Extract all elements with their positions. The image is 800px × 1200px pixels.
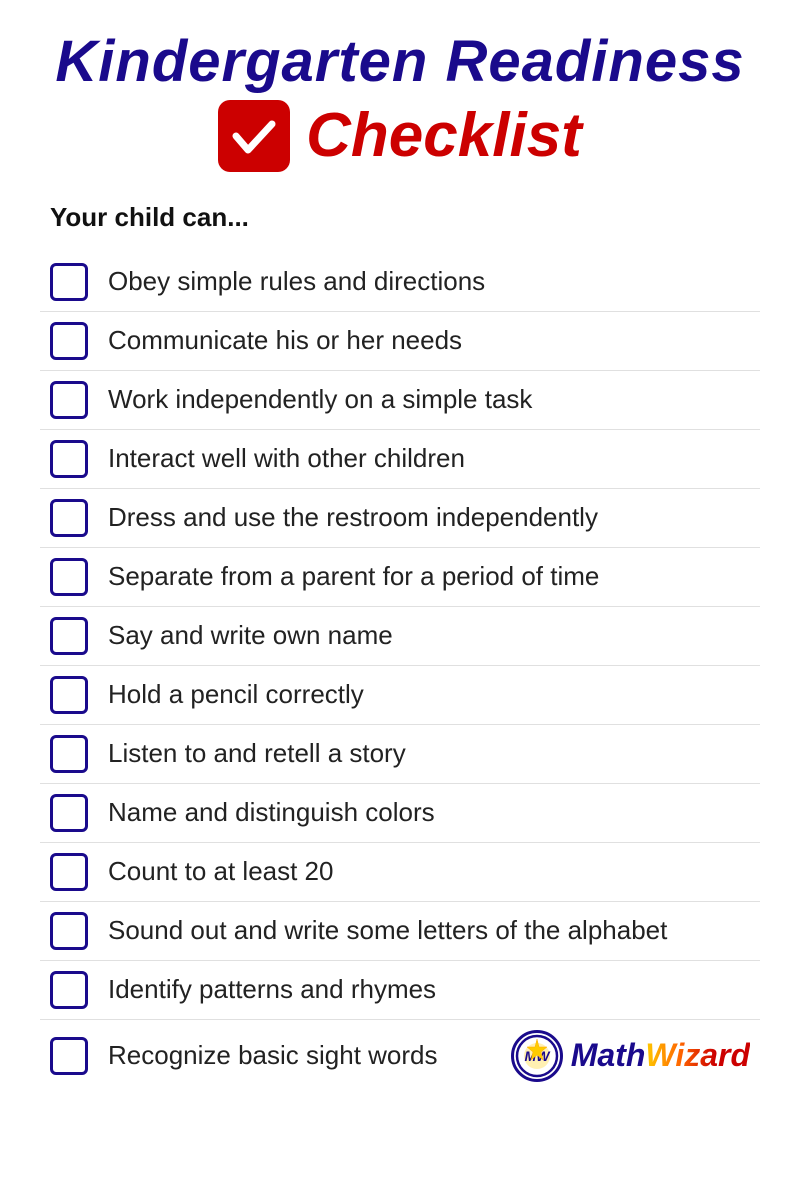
list-item: Say and write own name (40, 607, 760, 666)
list-item: Obey simple rules and directions (40, 253, 760, 312)
checkbox-5[interactable] (50, 499, 88, 537)
item-text-6: Separate from a parent for a period of t… (108, 561, 750, 592)
checkbox-11[interactable] (50, 853, 88, 891)
checklist-icon (218, 100, 290, 172)
checkbox-12[interactable] (50, 912, 88, 950)
item-text-4: Interact well with other children (108, 443, 750, 474)
checkbox-6[interactable] (50, 558, 88, 596)
list-item: Identify patterns and rhymes (40, 961, 760, 1020)
item-text-2: Communicate his or her needs (108, 325, 750, 356)
subtitle-text: Your child can... (50, 202, 760, 233)
list-item: Separate from a parent for a period of t… (40, 548, 760, 607)
item-text-13: Identify patterns and rhymes (108, 974, 750, 1005)
checkbox-4[interactable] (50, 440, 88, 478)
checkbox-13[interactable] (50, 971, 88, 1009)
logo-icon: MW (511, 1030, 563, 1082)
list-item: Work independently on a simple task (40, 371, 760, 430)
checkbox-7[interactable] (50, 617, 88, 655)
list-item: Sound out and write some letters of the … (40, 902, 760, 961)
checkmark-svg (228, 110, 280, 162)
list-item: Recognize basic sight words MW (40, 1020, 760, 1092)
item-text-8: Hold a pencil correctly (108, 679, 750, 710)
item-text-5: Dress and use the restroom independently (108, 502, 750, 533)
checkbox-14[interactable] (50, 1037, 88, 1075)
list-item: Count to at least 20 (40, 843, 760, 902)
page-header: Kindergarten Readiness Checklist (40, 30, 760, 172)
list-item: Hold a pencil correctly (40, 666, 760, 725)
item-text-1: Obey simple rules and directions (108, 266, 750, 297)
item-text-9: Listen to and retell a story (108, 738, 750, 769)
checklist: Obey simple rules and directions Communi… (40, 253, 760, 1092)
checklist-word: Checklist (306, 100, 582, 171)
item-text-11: Count to at least 20 (108, 856, 750, 887)
checkbox-9[interactable] (50, 735, 88, 773)
checkbox-1[interactable] (50, 263, 88, 301)
item-text-14: Recognize basic sight words (108, 1040, 511, 1071)
checkbox-3[interactable] (50, 381, 88, 419)
list-item: Name and distinguish colors (40, 784, 760, 843)
item-text-12: Sound out and write some letters of the … (108, 915, 750, 946)
list-item: Interact well with other children (40, 430, 760, 489)
list-item: Communicate his or her needs (40, 312, 760, 371)
logo-text: MathWizard (571, 1037, 750, 1074)
page-title-line2: Checklist (40, 100, 760, 172)
item-text-10: Name and distinguish colors (108, 797, 750, 828)
list-item: Listen to and retell a story (40, 725, 760, 784)
item-text-3: Work independently on a simple task (108, 384, 750, 415)
logo-svg: MW (514, 1033, 560, 1079)
item-text-7: Say and write own name (108, 620, 750, 651)
page-title-line1: Kindergarten Readiness (40, 30, 760, 94)
list-item: Dress and use the restroom independently (40, 489, 760, 548)
checkbox-2[interactable] (50, 322, 88, 360)
checkbox-8[interactable] (50, 676, 88, 714)
mathwizard-logo: MW MathWizard (511, 1030, 750, 1082)
checkbox-10[interactable] (50, 794, 88, 832)
